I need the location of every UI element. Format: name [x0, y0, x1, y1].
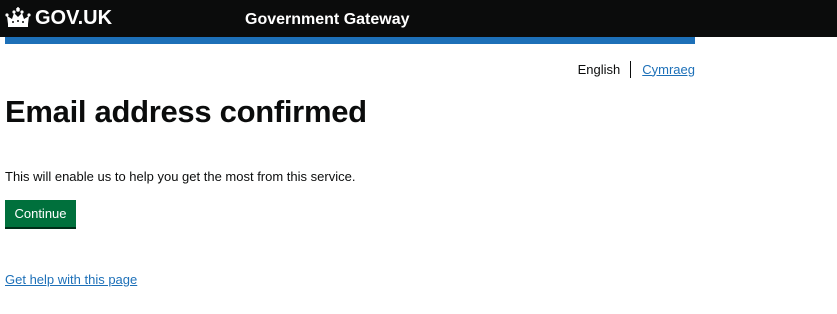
continue-button[interactable]: Continue [5, 200, 76, 227]
site-header: GOV.UK Government Gateway [0, 0, 837, 37]
header-blue-bar [5, 37, 695, 44]
govuk-logo-link[interactable]: GOV.UK [5, 6, 112, 30]
language-divider [630, 61, 632, 78]
service-name-link[interactable]: Government Gateway [245, 10, 410, 30]
logo-text: GOV.UK [35, 7, 113, 29]
page-title: Email address confirmed [5, 94, 367, 129]
language-toggle: English Cymraeg [578, 61, 695, 78]
get-help-link[interactable]: Get help with this page [5, 272, 137, 288]
language-current: English [577, 61, 621, 77]
body-text: This will enable us to help you get the … [5, 169, 356, 184]
crown-icon [5, 7, 31, 29]
language-link-cymraeg[interactable]: Cymraeg [642, 62, 695, 78]
